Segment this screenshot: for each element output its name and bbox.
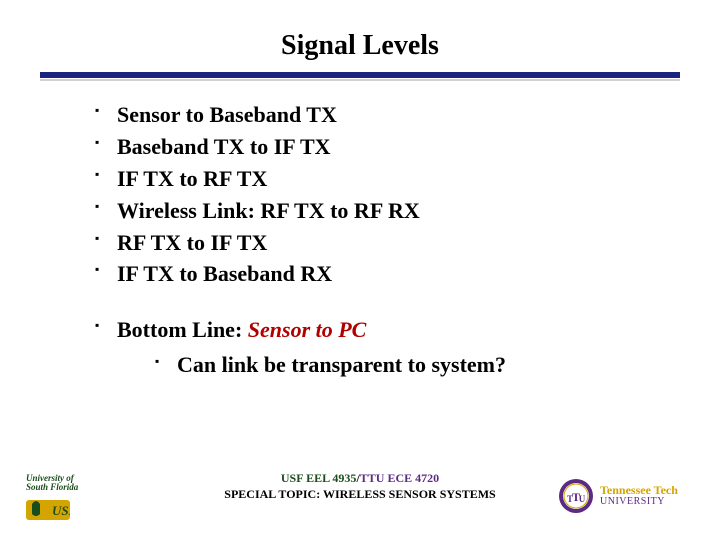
ttu-logo: T T U Tennessee Tech UNIVERSITY (558, 474, 698, 518)
list-item: Baseband TX to IF TX (95, 131, 650, 163)
svg-text:T: T (567, 494, 573, 504)
bottom-line-emph: Sensor to PC (248, 317, 367, 342)
footer-center: USF EEL 4935/TTU ECE 4720 SPECIAL TOPIC:… (224, 470, 495, 502)
list-item: IF TX to RF TX (95, 163, 650, 195)
ttu-logo-text: Tennessee Tech UNIVERSITY (600, 484, 678, 507)
svg-text:U: U (579, 494, 586, 504)
list-item: Wireless Link: RF TX to RF RX (95, 195, 650, 227)
footer-ttu-code: TTU ECE 4720 (360, 471, 439, 485)
list-item-text: IF TX to RF TX (117, 166, 267, 191)
title-rule (40, 72, 680, 81)
list-item-text: IF TX to Baseband RX (117, 261, 332, 286)
ttu-medal-icon: T T U (558, 478, 594, 514)
bullet-list: Sensor to Baseband TX Baseband TX to IF … (95, 99, 650, 290)
usf-logo: University of South Florida USF (26, 474, 126, 522)
list-item-text: Baseband TX to IF TX (117, 134, 331, 159)
usf-bull-icon: USF (26, 494, 70, 520)
footer-usf-code: USF EEL 4935 (281, 471, 357, 485)
slide: Signal Levels Sensor to Baseband TX Base… (0, 0, 720, 540)
footer: University of South Florida USF USF EEL … (0, 462, 720, 522)
bottom-line-subitem: Can link be transparent to system? (155, 350, 650, 381)
svg-text:USF: USF (52, 503, 70, 518)
list-item: IF TX to Baseband RX (95, 258, 650, 290)
footer-line1: USF EEL 4935/TTU ECE 4720 (224, 470, 495, 486)
ttu-logo-line2: UNIVERSITY (600, 497, 678, 508)
slide-title: Signal Levels (0, 0, 720, 72)
bottom-line-label: Bottom Line: (117, 317, 248, 342)
bottom-line-item: Bottom Line: Sensor to PC Can link be tr… (95, 314, 650, 381)
bottom-line-list: Bottom Line: Sensor to PC Can link be tr… (95, 314, 650, 381)
list-item: Sensor to Baseband TX (95, 99, 650, 131)
footer-line2: SPECIAL TOPIC: WIRELESS SENSOR SYSTEMS (224, 486, 495, 502)
list-item-text: Wireless Link: RF TX to RF RX (117, 198, 420, 223)
bottom-line-subtext: Can link be transparent to system? (177, 352, 506, 377)
bottom-line-sublist: Can link be transparent to system? (117, 346, 650, 381)
list-item: RF TX to IF TX (95, 227, 650, 259)
list-item-text: RF TX to IF TX (117, 230, 267, 255)
usf-logo-line2: South Florida (26, 483, 126, 492)
list-item-text: Sensor to Baseband TX (117, 102, 337, 127)
content-area: Sensor to Baseband TX Baseband TX to IF … (0, 81, 720, 381)
